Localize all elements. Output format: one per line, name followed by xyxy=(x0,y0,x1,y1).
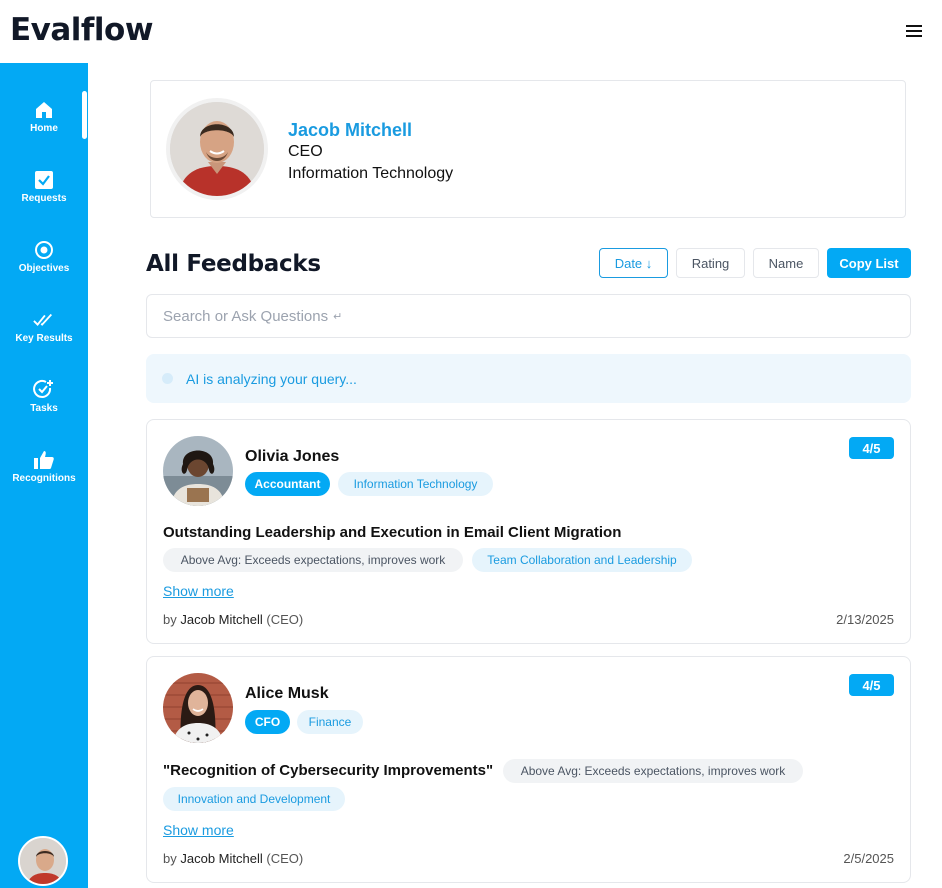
feedback-date: 2/5/2025 xyxy=(843,851,894,866)
thumbs-up-icon xyxy=(33,449,55,471)
rating-badge: 4/5 xyxy=(849,674,894,696)
profile-department: Information Technology xyxy=(288,165,454,182)
sidebar-item-key-results[interactable]: Key Results xyxy=(0,305,88,361)
author-prefix: by xyxy=(163,851,177,866)
profile-card: Jacob Mitchell CEO Information Technolog… xyxy=(150,80,906,218)
sidebar-item-label: Requests xyxy=(21,193,67,204)
sidebar: Home Requests Objectives Key Results Tas… xyxy=(0,63,88,888)
employee-name: Olivia Jones xyxy=(245,448,340,465)
author-name: Jacob Mitchell xyxy=(180,851,263,866)
user-avatar[interactable] xyxy=(18,836,68,886)
search-input[interactable]: Search or Ask Questions ↵ xyxy=(146,294,911,338)
author-line: by Jacob Mitchell (CEO) xyxy=(163,851,303,866)
sidebar-item-home[interactable]: Home xyxy=(0,95,88,151)
author-prefix: by xyxy=(163,612,177,627)
app-title: Evalflow xyxy=(10,12,153,48)
feedback-card: Alice Musk CFO Finance 4/5 "Recognition … xyxy=(146,656,911,883)
role-badge: CFO xyxy=(245,710,290,734)
sidebar-item-label: Tasks xyxy=(30,403,58,414)
profile-name: Jacob Mitchell xyxy=(288,120,413,140)
rating-tag: Above Avg: Exceeds expectations, improve… xyxy=(163,548,463,572)
author-role: (CEO) xyxy=(266,612,304,627)
category-tag: Team Collaboration and Leadership xyxy=(472,548,692,572)
feedback-date: 2/13/2025 xyxy=(836,612,894,627)
profile-role: CEO xyxy=(288,143,323,160)
copy-list-button[interactable]: Copy List xyxy=(827,248,911,278)
employee-name: Alice Musk xyxy=(245,685,329,702)
sidebar-item-objectives[interactable]: Objectives xyxy=(0,235,88,291)
target-icon xyxy=(33,239,55,261)
show-more-link[interactable]: Show more xyxy=(163,583,234,599)
sort-date-button[interactable]: Date ↓ xyxy=(599,248,668,278)
sidebar-item-label: Recognitions xyxy=(12,473,76,484)
hamburger-menu-icon[interactable] xyxy=(906,25,922,37)
show-more-link[interactable]: Show more xyxy=(163,822,234,838)
profile-avatar xyxy=(166,98,268,200)
sort-rating-button[interactable]: Rating xyxy=(676,248,745,278)
category-tag: Innovation and Development xyxy=(163,787,345,811)
loading-dot-icon xyxy=(162,373,173,384)
sort-name-button[interactable]: Name xyxy=(753,248,819,278)
sidebar-item-label: Home xyxy=(30,123,58,134)
feedback-title: "Recognition of Cybersecurity Improvemen… xyxy=(163,762,494,779)
author-role: (CEO) xyxy=(266,851,304,866)
feedback-title: Outstanding Leadership and Execution in … xyxy=(163,524,622,541)
sidebar-item-label: Key Results xyxy=(15,333,73,344)
sidebar-item-requests[interactable]: Requests xyxy=(0,165,88,221)
employee-avatar xyxy=(163,673,233,743)
ai-status-box: AI is analyzing your query... xyxy=(146,354,911,403)
role-badge: Accountant xyxy=(245,472,330,496)
author-name: Jacob Mitchell xyxy=(180,612,263,627)
search-placeholder: Search or Ask Questions xyxy=(163,307,329,325)
enter-key-icon: ↵ xyxy=(333,310,343,323)
sidebar-item-label: Objectives xyxy=(18,263,70,274)
sidebar-item-tasks[interactable]: Tasks xyxy=(0,375,88,431)
sidebar-item-recognitions[interactable]: Recognitions xyxy=(0,445,88,501)
feedback-card: Olivia Jones Accountant Information Tech… xyxy=(146,419,911,644)
rating-tag: Above Avg: Exceeds expectations, improve… xyxy=(503,759,803,783)
page-title: All Feedbacks xyxy=(146,251,321,277)
department-badge: Finance xyxy=(297,710,363,734)
task-add-icon xyxy=(33,379,55,401)
checkbox-icon xyxy=(33,169,55,191)
home-icon xyxy=(33,99,55,121)
ai-status-text: AI is analyzing your query... xyxy=(186,370,357,387)
author-line: by Jacob Mitchell (CEO) xyxy=(163,612,303,627)
rating-badge: 4/5 xyxy=(849,437,894,459)
department-badge: Information Technology xyxy=(338,472,493,496)
double-check-icon xyxy=(33,309,55,331)
employee-avatar xyxy=(163,436,233,506)
